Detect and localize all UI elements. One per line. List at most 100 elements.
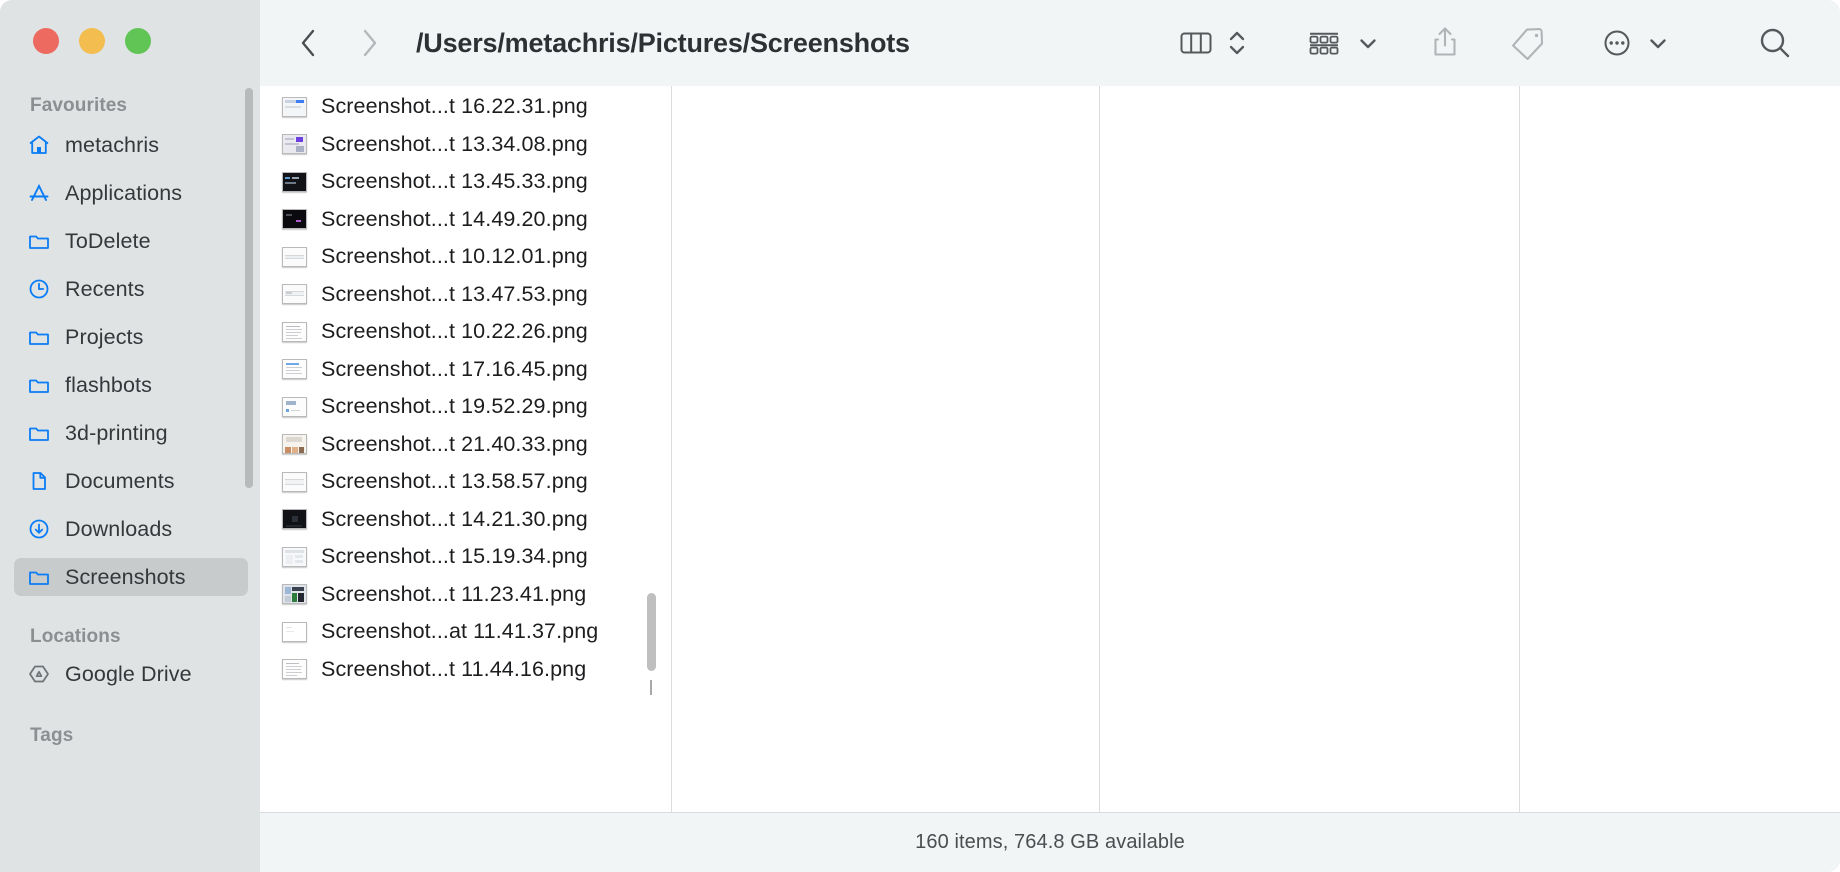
share-icon[interactable] [1426, 23, 1464, 63]
file-thumbnail-icon [282, 284, 307, 305]
file-name-label: Screenshot...t 10.22.26.png [321, 319, 588, 344]
sidebar-item-google-drive[interactable]: Google Drive [14, 655, 248, 693]
ellipsis-circle-icon[interactable] [1598, 24, 1636, 62]
file-name-label: Screenshot...t 13.34.08.png [321, 131, 588, 156]
file-name-label: Screenshot...t 13.47.53.png [321, 281, 588, 306]
column-view-icon[interactable] [1176, 26, 1216, 60]
list-item[interactable]: Screenshot...t 14.49.20.png [260, 201, 671, 239]
sidebar-item-label: Recents [65, 276, 145, 301]
sidebar-item-metachris[interactable]: metachris [14, 126, 248, 164]
sidebar: Favourites metachris Applications ToDele… [0, 0, 260, 872]
list-item[interactable]: Screenshot...t 16.22.31.png [260, 88, 671, 126]
sidebar-section-favourites: Favourites [30, 95, 128, 116]
back-button[interactable] [288, 22, 330, 64]
list-item[interactable]: Screenshot...t 13.47.53.png [260, 276, 671, 314]
list-item[interactable]: Screenshot...t 11.23.41.png [260, 576, 671, 614]
sidebar-locations-list: Google Drive [14, 655, 248, 703]
list-item[interactable]: Screenshot...at 11.41.37.png [260, 613, 671, 651]
home-icon [27, 133, 51, 157]
file-name-label: Screenshot...t 17.16.45.png [321, 356, 588, 381]
list-item[interactable]: Screenshot...t 13.58.57.png [260, 463, 671, 501]
sidebar-item-label: Google Drive [65, 661, 192, 686]
file-thumbnail-icon [282, 396, 307, 417]
sidebar-item-projects[interactable]: Projects [14, 318, 248, 356]
chevron-down-icon[interactable] [1646, 31, 1670, 55]
traffic-lights [33, 28, 151, 54]
file-thumbnail-icon [282, 621, 307, 642]
file-list-scrollbar[interactable] [647, 593, 656, 671]
file-thumbnail-icon [282, 359, 307, 380]
status-bar: 160 items, 764.8 GB available [260, 812, 1840, 872]
sidebar-item-todelete[interactable]: ToDelete [14, 222, 248, 260]
file-name-label: Screenshot...t 16.22.31.png [321, 94, 588, 119]
folder-icon [27, 421, 51, 445]
sidebar-item-label: Projects [65, 324, 144, 349]
minimize-button[interactable] [79, 28, 105, 54]
sidebar-item-downloads[interactable]: Downloads [14, 510, 248, 548]
more-controls [1598, 24, 1670, 62]
sidebar-item-documents[interactable]: Documents [14, 462, 248, 500]
file-name-label: Screenshot...t 11.44.16.png [321, 656, 587, 681]
list-item[interactable]: Screenshot...t 10.12.01.png [260, 238, 671, 276]
file-name-label: Screenshot...at 11.41.37.png [321, 619, 599, 644]
file-name-label: Screenshot...t 15.19.34.png [321, 544, 588, 569]
navigation-buttons [288, 22, 390, 64]
google-drive-icon [27, 662, 51, 686]
chevron-up-down-icon[interactable] [1226, 24, 1248, 62]
preview-column-2[interactable] [1100, 86, 1520, 812]
sidebar-item-label: Downloads [65, 516, 173, 541]
list-item[interactable]: Screenshot...t 19.52.29.png [260, 388, 671, 426]
document-icon [27, 469, 51, 493]
sidebar-item-applications[interactable]: Applications [14, 174, 248, 212]
finder-window: Favourites metachris Applications ToDele… [0, 0, 1840, 872]
appstore-icon [27, 181, 51, 205]
file-name-label: Screenshot...t 19.52.29.png [321, 394, 588, 419]
file-thumbnail-icon [282, 171, 307, 192]
forward-button[interactable] [348, 22, 390, 64]
list-item[interactable]: Screenshot...t 14.21.30.png [260, 501, 671, 539]
clock-icon [27, 277, 51, 301]
folder-icon [27, 565, 51, 589]
group-items-icon[interactable] [1304, 26, 1344, 60]
file-thumbnail-icon [282, 209, 307, 230]
list-item[interactable]: Screenshot...t 10.22.26.png [260, 313, 671, 351]
sidebar-scrollbar[interactable] [245, 88, 253, 488]
main-area: /Users/metachris/Pictures/Screenshots Sc… [260, 0, 1840, 872]
page-title: /Users/metachris/Pictures/Screenshots [416, 27, 910, 58]
download-icon [27, 517, 51, 541]
file-name-label: Screenshot...t 21.40.33.png [321, 431, 588, 456]
toolbar: /Users/metachris/Pictures/Screenshots [260, 0, 1840, 86]
preview-column-1[interactable] [672, 86, 1100, 812]
file-name-label: Screenshot...t 11.23.41.png [321, 581, 587, 606]
file-thumbnail-icon [282, 509, 307, 530]
sidebar-item-3d-printing[interactable]: 3d-printing [14, 414, 248, 452]
status-text: 160 items, 764.8 GB available [915, 831, 1185, 853]
tag-icon[interactable] [1508, 23, 1548, 63]
zoom-button[interactable] [125, 28, 151, 54]
sidebar-item-label: Screenshots [65, 564, 186, 589]
sidebar-item-screenshots[interactable]: Screenshots [14, 558, 248, 596]
file-thumbnail-icon [282, 584, 307, 605]
search-icon[interactable] [1754, 22, 1796, 64]
list-item[interactable]: Screenshot...t 21.40.33.png [260, 426, 671, 464]
chevron-down-icon[interactable] [1356, 31, 1380, 55]
sidebar-item-label: ToDelete [65, 228, 151, 253]
list-item[interactable]: Screenshot...t 17.16.45.png [260, 351, 671, 389]
file-name-label: Screenshot...t 13.58.57.png [321, 469, 588, 494]
folder-icon [27, 325, 51, 349]
file-thumbnail-icon [282, 134, 307, 155]
sidebar-item-recents[interactable]: Recents [14, 270, 248, 308]
list-item[interactable]: Screenshot...t 11.44.16.png [260, 651, 671, 689]
folder-icon [27, 373, 51, 397]
list-item[interactable]: Screenshot...t 13.45.33.png [260, 163, 671, 201]
file-list-column[interactable]: Screenshot...t 16.22.31.png Screenshot..… [260, 86, 672, 812]
list-item[interactable]: Screenshot...t 13.34.08.png [260, 126, 671, 164]
column-resize-grip[interactable] [641, 678, 661, 696]
close-button[interactable] [33, 28, 59, 54]
file-thumbnail-icon [282, 471, 307, 492]
sidebar-section-tags: Tags [30, 725, 74, 746]
preview-column-3[interactable] [1520, 86, 1840, 812]
sidebar-item-flashbots[interactable]: flashbots [14, 366, 248, 404]
sidebar-item-label: 3d-printing [65, 420, 168, 445]
list-item[interactable]: Screenshot...t 15.19.34.png [260, 538, 671, 576]
